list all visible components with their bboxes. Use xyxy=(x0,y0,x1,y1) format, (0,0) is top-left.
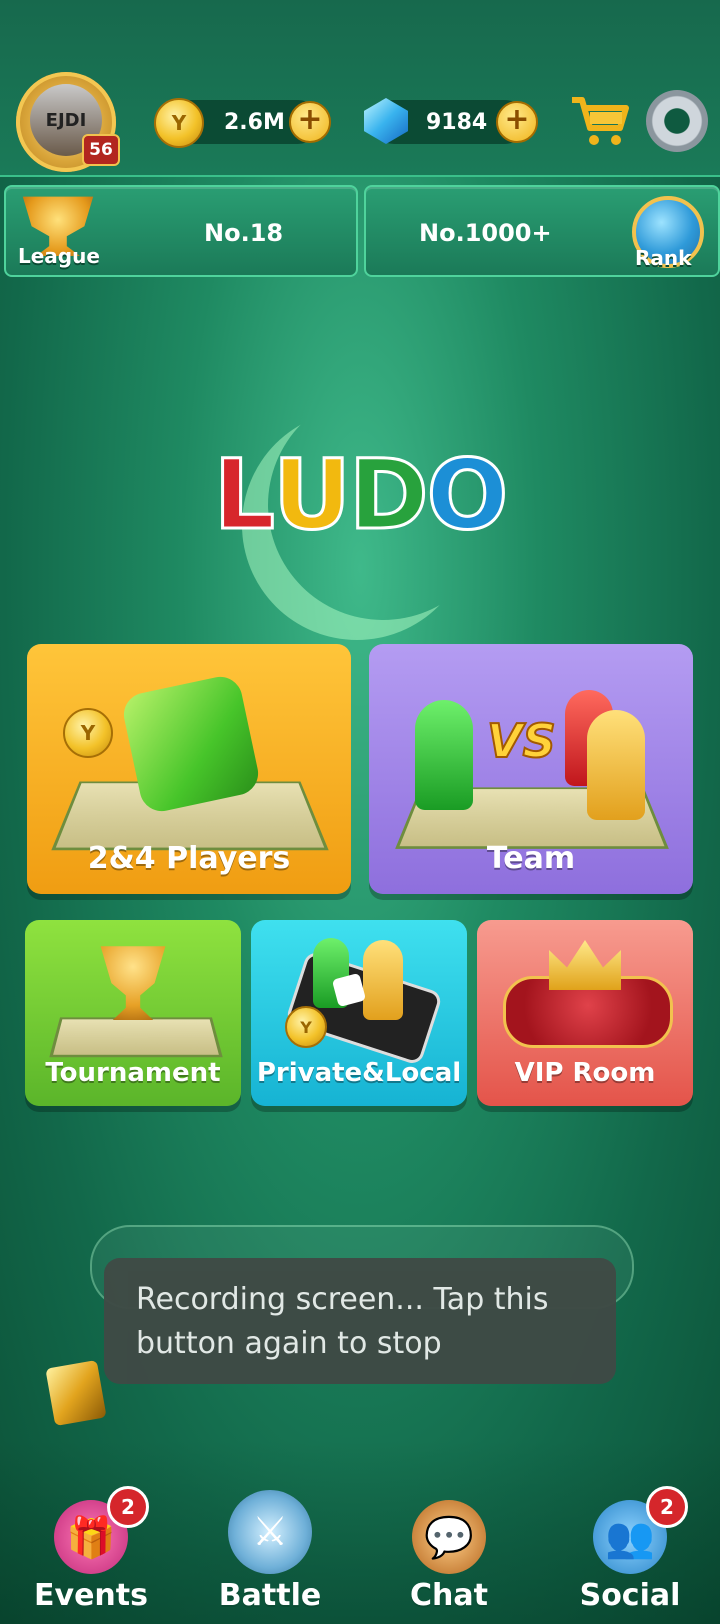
logo-letter-o: O xyxy=(425,438,510,553)
social-notification-badge: 2 xyxy=(646,1486,688,1528)
trophy-cup-icon xyxy=(100,946,166,1020)
vs-icon: VS xyxy=(486,713,557,769)
mode-team-button[interactable]: VS Team xyxy=(369,644,693,894)
green-pawn-icon xyxy=(415,700,473,810)
coin-icon: Y xyxy=(154,98,204,148)
player-avatar[interactable]: EJDI 56 xyxy=(16,72,120,172)
mode-private-local-button[interactable]: Y Private&Local xyxy=(251,920,467,1106)
yellow-pawn-icon xyxy=(363,940,403,1020)
events-notification-badge: 2 xyxy=(107,1486,149,1528)
coin-icon: Y xyxy=(63,708,113,758)
dice-icon xyxy=(119,672,263,816)
nav-events[interactable]: 🎁 Events 2 xyxy=(11,1486,171,1624)
mode-private-local-label: Private&Local xyxy=(256,1058,462,1088)
mode-2-4-players-button[interactable]: Y 2&4 Players xyxy=(27,644,351,894)
shop-cart-icon[interactable] xyxy=(568,94,632,146)
gem-amount: 9184 xyxy=(426,110,488,135)
nav-events-label: Events xyxy=(34,1578,148,1613)
mode-team-label: Team xyxy=(486,841,576,876)
logo-letter-d: D xyxy=(347,438,430,553)
level-badge: 56 xyxy=(82,134,120,166)
nav-battle-label: Battle xyxy=(218,1578,322,1613)
nav-social[interactable]: 👥 Social 2 xyxy=(550,1486,710,1624)
golden-dice-icon[interactable] xyxy=(45,1359,107,1427)
coin-icon: Y xyxy=(285,1006,327,1048)
rank-label: Rank xyxy=(635,246,692,270)
league-position: No.18 xyxy=(204,219,284,247)
settings-gear-icon[interactable] xyxy=(646,90,708,152)
nav-battle[interactable]: ⚔ Battle xyxy=(190,1490,350,1614)
ludo-logo: L U D O xyxy=(210,438,510,553)
rank-position: No.1000+ xyxy=(419,219,552,247)
mode-tournament-label: Tournament xyxy=(45,1058,221,1088)
crossed-swords-icon: ⚔ xyxy=(228,1490,312,1574)
mode-tournament-button[interactable]: Tournament xyxy=(25,920,241,1106)
league-label: League xyxy=(18,244,100,268)
add-coins-button[interactable]: + xyxy=(289,101,331,143)
mode-vip-room-button[interactable]: VIP Room xyxy=(477,920,693,1106)
recording-toast[interactable]: Recording screen... Tap this button agai… xyxy=(104,1258,616,1384)
coin-amount: 2.6M xyxy=(224,110,285,135)
yellow-pawn-icon xyxy=(587,710,645,820)
nav-chat[interactable]: 💬 Chat xyxy=(369,1500,529,1624)
chat-house-icon: 💬 xyxy=(412,1500,486,1574)
crown-icon xyxy=(549,940,621,990)
add-gems-button[interactable]: + xyxy=(496,101,538,143)
mode-2-4-players-label: 2&4 Players xyxy=(87,841,291,876)
logo-letter-u: U xyxy=(271,438,352,553)
logo-letter-l: L xyxy=(212,438,276,553)
nav-chat-label: Chat xyxy=(410,1578,488,1613)
nav-social-label: Social xyxy=(579,1578,681,1613)
mode-vip-room-label: VIP Room xyxy=(514,1058,656,1088)
